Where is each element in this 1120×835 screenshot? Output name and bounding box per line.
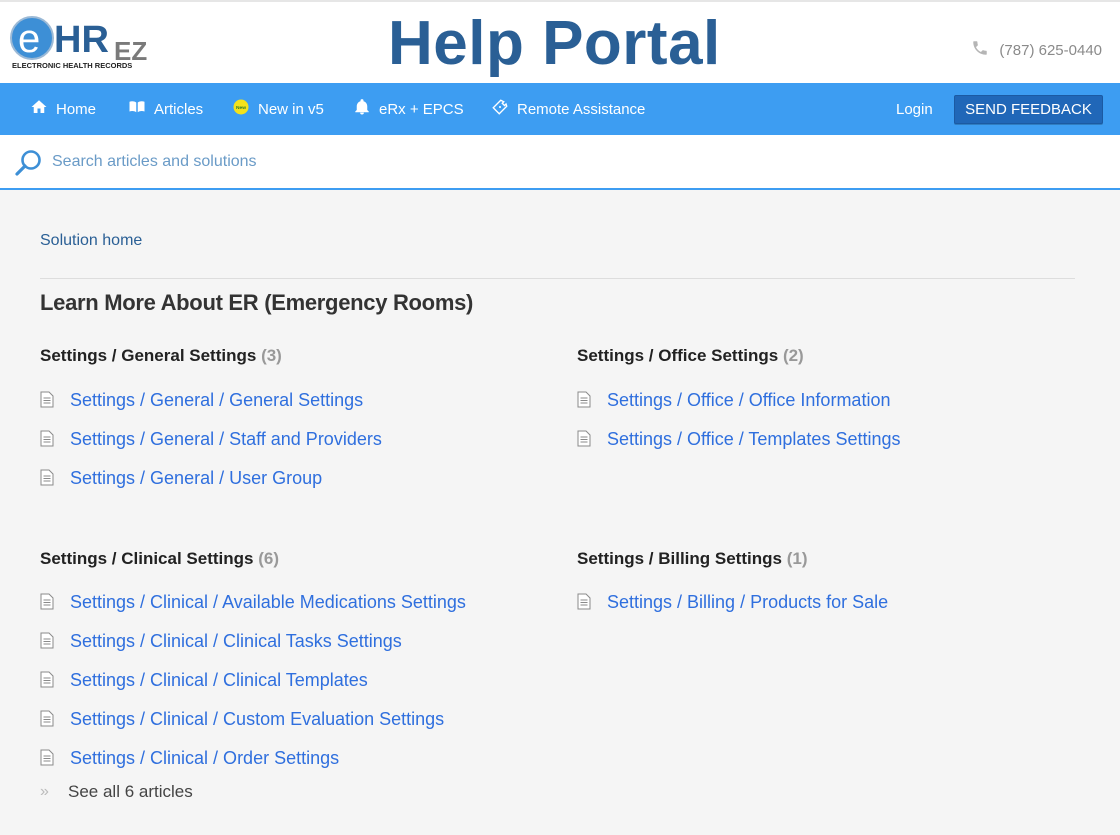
ehrez-logo[interactable]: e HR EZ ELECTRONIC HEALTH RECORDS: [10, 14, 160, 70]
nav-new-label: New in v5: [258, 100, 324, 118]
section-title[interactable]: Settings / General Settings (3): [40, 346, 540, 366]
new-badge-icon: New: [232, 98, 250, 120]
document-icon: [40, 387, 70, 413]
search-bar: [0, 135, 1120, 190]
article-item[interactable]: Settings / Office / Office Information: [577, 389, 890, 411]
nav-erx-label: eRx + EPCS: [379, 100, 464, 118]
section-title-text: Settings / Clinical Settings: [40, 549, 254, 568]
svg-text:HR: HR: [54, 19, 109, 61]
document-icon: [40, 589, 70, 615]
phone-icon: [971, 39, 989, 61]
svg-text:e: e: [18, 17, 40, 61]
home-icon: [30, 98, 48, 120]
article-link[interactable]: Settings / Office / Templates Settings: [607, 429, 900, 450]
document-icon: [577, 426, 607, 452]
send-feedback-button[interactable]: SEND FEEDBACK: [954, 95, 1103, 124]
article-link[interactable]: Settings / General / User Group: [70, 468, 322, 489]
article-item[interactable]: Settings / Clinical / Custom Evaluation …: [40, 708, 444, 730]
breadcrumb-solution-home[interactable]: Solution home: [40, 232, 142, 250]
document-icon: [577, 387, 607, 413]
document-icon: [40, 745, 70, 771]
article-link[interactable]: Settings / Clinical / Custom Evaluation …: [70, 709, 444, 730]
article-link[interactable]: Settings / General / General Settings: [70, 390, 363, 411]
article-link[interactable]: Settings / General / Staff and Providers: [70, 429, 382, 450]
nav-home[interactable]: Home: [30, 83, 96, 135]
article-item[interactable]: Settings / Clinical / Order Settings: [40, 747, 339, 769]
article-link[interactable]: Settings / Office / Office Information: [607, 390, 890, 411]
section-billing-settings: Settings / Billing Settings (1) Settings…: [577, 549, 1077, 629]
section-count: (2): [782, 346, 804, 365]
main-content: Solution home Learn More About ER (Emerg…: [0, 192, 1120, 835]
nav-articles-label: Articles: [154, 100, 204, 118]
document-icon: [40, 426, 70, 452]
search-input[interactable]: [52, 147, 1092, 177]
article-item[interactable]: Settings / General / Staff and Providers: [40, 428, 382, 450]
article-link[interactable]: Settings / Clinical / Clinical Tasks Set…: [70, 631, 402, 652]
nav-remote-label: Remote Assistance: [517, 100, 646, 118]
section-count: (1): [786, 549, 808, 568]
article-item[interactable]: Settings / General / User Group: [40, 467, 322, 489]
article-item[interactable]: Settings / Office / Templates Settings: [577, 428, 900, 450]
login-link[interactable]: Login: [896, 83, 933, 135]
document-icon: [40, 706, 70, 732]
see-all-label: See all 6 articles: [68, 782, 193, 801]
document-icon: [40, 628, 70, 654]
bell-icon: [353, 98, 371, 120]
nav-new-in-v5[interactable]: New New in v5: [232, 83, 324, 135]
ticket-icon: [491, 98, 509, 120]
phone-contact[interactable]: (787) 625-0440: [971, 39, 1102, 61]
document-icon: [577, 589, 607, 615]
phone-number: (787) 625-0440: [999, 41, 1102, 59]
page-title: Learn More About ER (Emergency Rooms): [40, 290, 474, 315]
section-title[interactable]: Settings / Billing Settings (1): [577, 549, 1077, 569]
main-navbar: Home Articles New New in v5 eRx + EPCS R…: [0, 83, 1120, 135]
article-link[interactable]: Settings / Clinical / Order Settings: [70, 748, 339, 769]
article-item[interactable]: Settings / Clinical / Available Medicati…: [40, 591, 466, 613]
section-title-text: Settings / General Settings: [40, 346, 257, 365]
article-item[interactable]: Settings / Clinical / Clinical Templates: [40, 669, 368, 691]
section-count: (3): [261, 346, 282, 365]
header: e HR EZ ELECTRONIC HEALTH RECORDS Help P…: [0, 0, 1120, 83]
document-icon: [40, 465, 70, 491]
document-icon: [40, 667, 70, 693]
nav-remote-assistance[interactable]: Remote Assistance: [491, 83, 645, 135]
section-title-text: Settings / Office Settings: [577, 346, 779, 365]
article-link[interactable]: Settings / Billing / Products for Sale: [607, 592, 888, 613]
book-icon: [128, 98, 146, 120]
section-title[interactable]: Settings / Office Settings (2): [577, 346, 1077, 366]
section-office-settings: Settings / Office Settings (2) Settings …: [577, 346, 1077, 466]
section-title[interactable]: Settings / Clinical Settings (6): [40, 549, 570, 569]
see-all-articles-link[interactable]: » See all 6 articles: [40, 781, 193, 803]
section-title-text: Settings / Billing Settings: [577, 549, 782, 568]
section-general-settings: Settings / General Settings (3) Settings…: [40, 346, 540, 506]
nav-articles[interactable]: Articles: [128, 83, 203, 135]
divider: [40, 278, 1075, 279]
section-clinical-settings: Settings / Clinical Settings (6) Setting…: [40, 549, 570, 809]
search-icon[interactable]: [14, 148, 44, 178]
svg-text:ELECTRONIC HEALTH RECORDS: ELECTRONIC HEALTH RECORDS: [12, 61, 132, 70]
article-link[interactable]: Settings / Clinical / Clinical Templates: [70, 670, 368, 691]
double-chevron-right-icon: »: [40, 783, 49, 800]
nav-erx-epcs[interactable]: eRx + EPCS: [353, 83, 464, 135]
section-count: (6): [258, 549, 279, 568]
article-item[interactable]: Settings / Billing / Products for Sale: [577, 591, 888, 613]
article-link[interactable]: Settings / Clinical / Available Medicati…: [70, 592, 466, 613]
nav-home-label: Home: [56, 100, 97, 118]
article-item[interactable]: Settings / Clinical / Clinical Tasks Set…: [40, 630, 402, 652]
site-title: Help Portal: [388, 9, 721, 78]
svg-text:New: New: [236, 105, 246, 111]
article-item[interactable]: Settings / General / General Settings: [40, 389, 363, 411]
